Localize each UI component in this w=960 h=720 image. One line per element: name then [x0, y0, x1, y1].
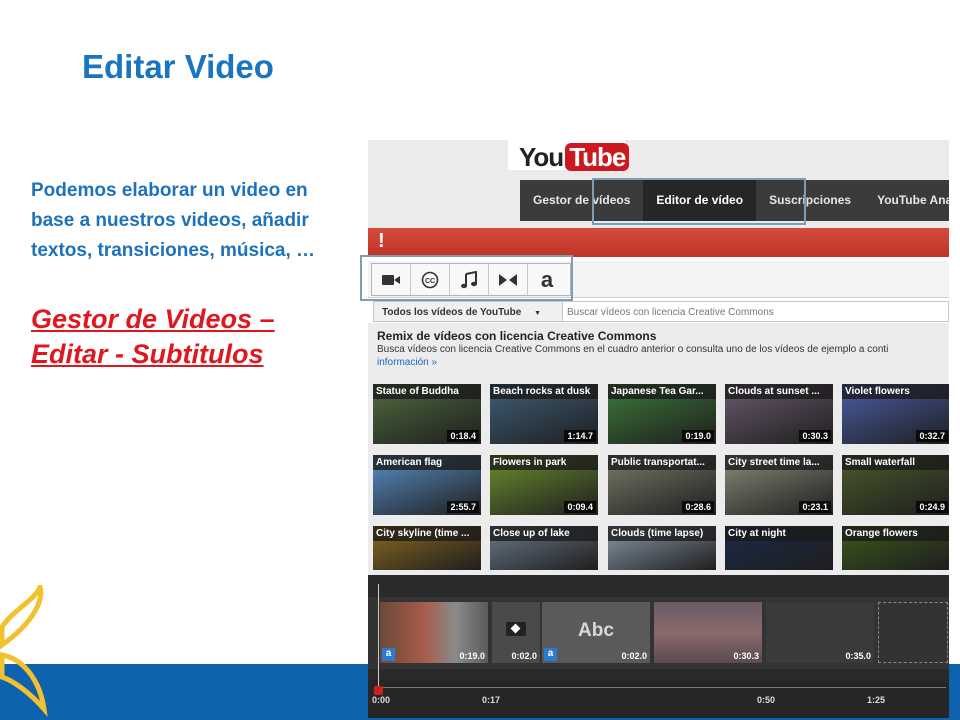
video-title: Small waterfall [842, 455, 949, 470]
video-title: Close up of lake [490, 526, 598, 541]
video-filter-dropdown[interactable]: Todos los vídeos de YouTube ▼ [373, 301, 563, 322]
video-thumbnail[interactable]: Violet flowers 0:32.7 [842, 384, 949, 444]
video-title: Clouds at sunset ... [725, 384, 833, 399]
video-title: Violet flowers [842, 384, 949, 399]
clip-duration: 0:02.0 [621, 651, 647, 661]
video-thumbnail[interactable]: Flowers in park 0:09.4 [490, 455, 598, 515]
filter-label: Todos los vídeos de YouTube [382, 307, 522, 318]
video-thumbnail[interactable]: Small waterfall 0:24.9 [842, 455, 949, 515]
slide-body-text: Podemos elaborar un video en base a nues… [31, 180, 316, 261]
video-duration: 0:24.9 [916, 501, 948, 513]
timeline-clip[interactable]: 0:30.3 [654, 602, 762, 663]
video-title: Beach rocks at dusk [490, 384, 598, 399]
video-thumbnail[interactable]: Statue of Buddha 0:18.4 [373, 384, 481, 444]
video-title: Orange flowers [842, 526, 949, 541]
text-badge-icon: a [544, 648, 557, 661]
video-title: City at night [725, 526, 833, 541]
video-duration: 1:14.7 [564, 430, 596, 442]
video-title: Japanese Tea Gar... [608, 384, 716, 399]
video-thumbnail[interactable]: Beach rocks at dusk 1:14.7 [490, 384, 598, 444]
video-duration: 0:23.1 [799, 501, 831, 513]
clip-duration: 0:02.0 [511, 651, 537, 661]
clip-duration: 0:19.0 [459, 651, 485, 661]
video-thumbnail[interactable]: Clouds at sunset ... 0:30.3 [725, 384, 833, 444]
video-thumbnail[interactable]: Japanese Tea Gar... 0:19.0 [608, 384, 716, 444]
search-input[interactable]: Buscar vídeos con licencia Creative Comm… [562, 301, 949, 322]
ruler-line [376, 687, 946, 688]
subtitle-link-line1[interactable]: Gestor de Videos – [31, 302, 275, 337]
clip-duration: 0:35.0 [845, 651, 871, 661]
youtube-logo-tube: Tube [565, 143, 630, 171]
text-clip-label: Abc [578, 620, 614, 641]
video-duration: 0:30.3 [799, 430, 831, 442]
subtitle-link[interactable]: Gestor de Videos – Editar - Subtitulos [31, 302, 275, 372]
playhead-handle[interactable] [374, 686, 383, 695]
youtube-logo[interactable]: You Tube [519, 141, 630, 172]
leaf-logo-decoration [0, 585, 48, 717]
nav-youtube-analytics[interactable]: YouTube Ana [864, 180, 949, 221]
video-thumbnail[interactable]: American flag 2:55.7 [373, 455, 481, 515]
video-title: Statue of Buddha [373, 384, 481, 399]
video-duration: 0:18.4 [447, 430, 479, 442]
timeline-ruler: 0:00 0:17 0:50 1:25 [368, 679, 949, 718]
tick-label: 1:25 [867, 695, 886, 705]
tick-label: 0:17 [482, 695, 501, 705]
video-thumbnail[interactable]: Clouds (time lapse) [608, 526, 716, 570]
chevron-down-icon: ▼ [534, 310, 541, 317]
subtitle-link-line2[interactable]: Editar - Subtitulos [31, 337, 275, 372]
video-duration: 2:55.7 [447, 501, 479, 513]
timeline-text-clip[interactable]: Abc a 0:02.0 [542, 602, 650, 663]
remix-description: Busca vídeos con licencia Creative Commo… [377, 344, 889, 355]
diamond-transition-icon [506, 622, 526, 636]
video-thumbnail[interactable]: Orange flowers [842, 526, 949, 570]
video-duration: 0:19.0 [682, 430, 714, 442]
video-title: Flowers in park [490, 455, 598, 470]
alert-bar: ! [368, 228, 949, 257]
video-thumbnail[interactable]: City street time la... 0:23.1 [725, 455, 833, 515]
highlight-tools [360, 255, 573, 301]
tick-label: 0:00 [372, 695, 391, 705]
playhead[interactable] [378, 584, 379, 687]
youtube-logo-you: You [519, 141, 564, 172]
video-title: City skyline (time ... [373, 526, 481, 541]
remix-title: Remix de vídeos con licencia Creative Co… [377, 329, 657, 343]
video-thumbnail[interactable]: Close up of lake [490, 526, 598, 570]
tick-label: 0:50 [757, 695, 776, 705]
video-title: Clouds (time lapse) [608, 526, 716, 541]
video-thumbnail[interactable]: City at night [725, 526, 833, 570]
timeline-clip[interactable]: a 0:19.0 [380, 602, 488, 663]
slide-title: Editar Video [82, 48, 274, 85]
video-duration: 0:32.7 [916, 430, 948, 442]
video-title: Public transportat... [608, 455, 716, 470]
video-duration: 0:09.4 [564, 501, 596, 513]
highlight-editor-tab [592, 178, 806, 225]
text-badge-icon: a [382, 648, 395, 661]
video-thumbnail[interactable]: City skyline (time ... [373, 526, 481, 570]
timeline-clip[interactable]: 0:35.0 [766, 602, 874, 663]
video-duration: 0:28.6 [682, 501, 714, 513]
alert-icon: ! [378, 230, 385, 252]
video-thumbnail[interactable]: Public transportat... 0:28.6 [608, 455, 716, 515]
more-info-link[interactable]: información » [377, 357, 437, 368]
video-title: City street time la... [725, 455, 833, 470]
empty-clip-slot[interactable] [878, 602, 948, 663]
video-title: American flag [373, 455, 481, 470]
clip-duration: 0:30.3 [733, 651, 759, 661]
timeline-panel: a 0:19.0 0:02.0 Abc a 0:02.0 0:30.3 0:35… [368, 575, 949, 718]
youtube-editor-screenshot: You Tube Gestor de vídeos Editor de víde… [368, 140, 949, 718]
timeline-transition[interactable]: 0:02.0 [492, 602, 540, 663]
